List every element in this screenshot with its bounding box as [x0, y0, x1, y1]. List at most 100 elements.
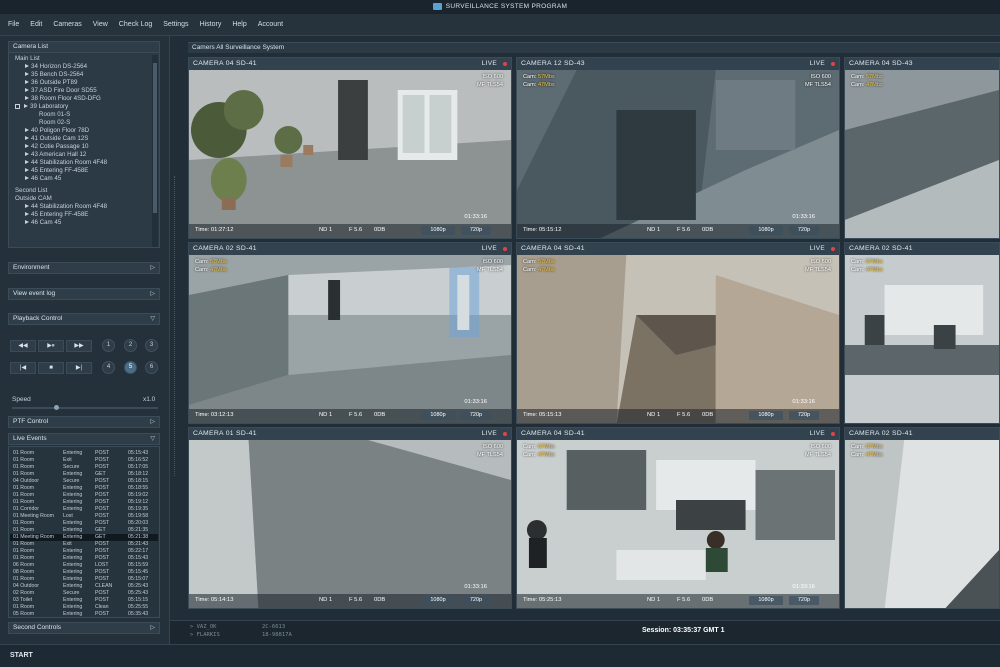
playback-control-section[interactable]: Playback Control ▽	[8, 313, 160, 325]
resolution-720p[interactable]: 720p	[461, 411, 491, 420]
tree-item[interactable]: 43 American Hall 12	[25, 151, 86, 159]
menu-file[interactable]: File	[8, 21, 19, 28]
camera-tile[interactable]: CAMERA 02 SD-41 Cam: 57Mbs Cam: 47Mbs	[844, 242, 1000, 424]
tree-item[interactable]: 46 Cam 45	[25, 219, 61, 227]
live-label: LIVE	[481, 245, 497, 252]
stop-button[interactable]: ■	[38, 362, 64, 374]
resolution-720p[interactable]: 720p	[789, 226, 819, 235]
tree-item[interactable]: 40 Poligon Floor 78D	[25, 127, 89, 135]
event-row[interactable]: 01 Meeting Room Entering GET 05:21:38	[10, 534, 158, 541]
tree-item[interactable]: Main List	[15, 55, 40, 63]
ptf-control-section[interactable]: PTF Control ▷	[8, 416, 160, 428]
tree-item[interactable]: 44 Stabilization Room 4F48	[25, 203, 107, 211]
speed-slider-track[interactable]	[12, 405, 158, 410]
second-controls-label: Second Controls	[13, 624, 62, 631]
resolution-1080p[interactable]: 1080p	[421, 596, 455, 605]
menu-settings[interactable]: Settings	[163, 21, 188, 28]
collapse-icon[interactable]	[15, 103, 20, 109]
event-type: Entering	[63, 576, 83, 582]
live-events-section[interactable]: Live Events ▽	[8, 433, 160, 445]
tree-item[interactable]: 41 Outside Cam 12S	[25, 135, 88, 143]
tree-item[interactable]: Room 01-S	[39, 111, 70, 119]
event-method: POST	[95, 450, 110, 456]
camera-tile-header: CAMERA 04 SD-41 LIVE	[189, 58, 511, 70]
camera-tile-header: CAMERA 02 SD-41 LIVE	[189, 243, 511, 255]
tree-item[interactable]: 34 Horizon DS-2564	[25, 63, 87, 71]
event-location: 01 Room	[13, 492, 35, 498]
menu-edit[interactable]: Edit	[30, 21, 42, 28]
camera-name: CAMERA 04 SD-41	[193, 60, 257, 67]
live-dot-icon	[503, 62, 507, 66]
event-time: 05:15:45	[128, 569, 149, 575]
tree-item[interactable]: 42 Cotie Passage 10	[25, 143, 88, 151]
rewind-button[interactable]: ◀◀	[10, 340, 36, 352]
start-button[interactable]: START	[10, 652, 33, 659]
fast-forward-button[interactable]: ▶▶	[66, 340, 92, 352]
skip-back-button[interactable]: |◀	[10, 362, 36, 374]
event-time: 05:15:59	[128, 562, 149, 568]
scrollbar-thumb[interactable]	[153, 63, 157, 213]
second-controls-section[interactable]: Second Controls ▷	[8, 622, 160, 634]
layout-button-2[interactable]: 2	[124, 339, 137, 352]
resolution-720p[interactable]: 720p	[789, 596, 819, 605]
tree-item[interactable]: 45 Entering FF-458E	[25, 167, 88, 175]
tree-item[interactable]: 45 Entering FF-458E	[25, 211, 88, 219]
event-type: Entering	[63, 485, 83, 491]
event-location: 01 Meeting Room	[13, 534, 54, 540]
resolution-1080p[interactable]: 1080p	[749, 226, 783, 235]
layout-button-5[interactable]: 5	[124, 361, 137, 374]
camera-tile[interactable]: CAMERA 04 SD-43 Cam: 57Mbs Cam: 47Mbs	[844, 57, 1000, 239]
panel-splitter[interactable]	[174, 176, 176, 476]
tree-item[interactable]: Room 02-S	[39, 119, 70, 127]
event-type: Lost	[63, 513, 73, 519]
camera-tile[interactable]: CAMERA 02 SD-41 LIVE Cam: 57Mbs Cam: 47Mb…	[188, 242, 512, 424]
live-label: LIVE	[809, 245, 825, 252]
menu-view[interactable]: View	[93, 21, 108, 28]
menu-check-log[interactable]: Check Log	[119, 21, 152, 28]
resolution-1080p[interactable]: 1080p	[749, 411, 783, 420]
tree-item[interactable]: 38 Room Floor 4SD-DFG	[25, 95, 101, 103]
tree-item[interactable]: 37 ASD Fire Door SD55	[25, 87, 97, 95]
camera-tile[interactable]: CAMERA 01 SD-41 LIVE ISO 600 MF TLS54 01:…	[188, 427, 512, 609]
camera-tile[interactable]: CAMERA 04 SD-41 LIVE Cam: 57Mbs Cam: 47Mb…	[516, 242, 840, 424]
tree-item[interactable]: 36 Outside PT89	[25, 79, 77, 87]
skip-forward-button[interactable]: ▶|	[66, 362, 92, 374]
tree-item[interactable]: 35 Bench DS-2564	[25, 71, 83, 79]
camera-tile[interactable]: CAMERA 12 SD-43 LIVE Cam: 57Mbs Cam: 47Mb…	[516, 57, 840, 239]
layout-button-4[interactable]: 4	[102, 361, 115, 374]
camera-tree-scrollbar[interactable]	[152, 55, 158, 247]
camera-nd: ND 1	[647, 412, 661, 418]
camera-tile[interactable]: CAMERA 04 SD-41 LIVE ISO 600 MF TLS54 01:…	[188, 57, 512, 239]
resolution-1080p[interactable]: 1080p	[421, 226, 455, 235]
view-event-log-section[interactable]: View event log ▷	[8, 288, 160, 300]
speed-slider-knob[interactable]	[54, 405, 60, 410]
resolution-720p[interactable]: 720p	[461, 596, 491, 605]
menu-history[interactable]: History	[200, 21, 222, 28]
camera-tile[interactable]: CAMERA 04 SD-41 LIVE Cam: 57Mbs Cam: 47Mb…	[516, 427, 840, 609]
arrow-right-icon	[25, 128, 29, 133]
environment-section[interactable]: Environment ▷	[8, 262, 160, 274]
camera-time: Time: 05:15:13	[523, 412, 562, 418]
layout-button-1[interactable]: 1	[102, 339, 115, 352]
layout-button-3[interactable]: 3	[145, 339, 158, 352]
tree-item[interactable]: 44 Stabilization Room 4F48	[25, 159, 107, 167]
menu-cameras[interactable]: Cameras	[53, 21, 81, 28]
event-method: POST	[95, 506, 110, 512]
menu-help[interactable]: Help	[232, 21, 246, 28]
resolution-1080p[interactable]: 1080p	[749, 596, 783, 605]
camera-feed	[517, 440, 839, 608]
layout-button-6[interactable]: 6	[145, 361, 158, 374]
tree-item[interactable]: Second List	[15, 187, 47, 195]
menu-account[interactable]: Account	[258, 21, 283, 28]
live-label: LIVE	[809, 430, 825, 437]
live-label: LIVE	[481, 430, 497, 437]
play-pause-button[interactable]: ▶⏸	[38, 340, 64, 352]
live-events-label: Live Events	[13, 435, 47, 442]
resolution-1080p[interactable]: 1080p	[421, 411, 455, 420]
tree-item[interactable]: 46 Cam 45	[25, 175, 61, 183]
resolution-720p[interactable]: 720p	[461, 226, 491, 235]
camera-tile[interactable]: CAMERA 02 SD-41 Cam: 57Mbs Cam: 47Mbs	[844, 427, 1000, 609]
tree-item[interactable]: 39 Laboratory	[15, 103, 68, 111]
tree-item[interactable]: Outside CAM	[15, 195, 52, 203]
resolution-720p[interactable]: 720p	[789, 411, 819, 420]
